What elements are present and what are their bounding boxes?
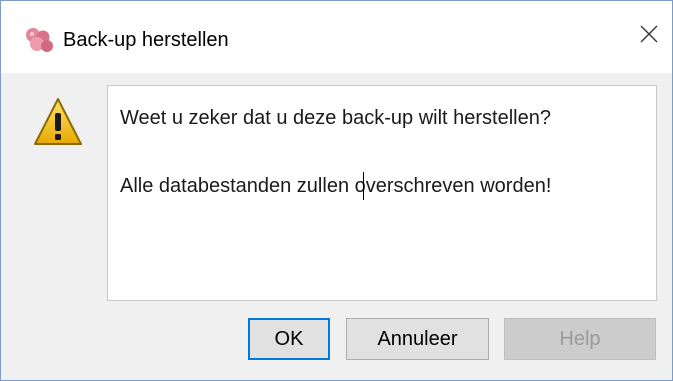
help-button: Help	[504, 318, 656, 360]
warning-icon	[34, 98, 82, 145]
close-icon	[640, 25, 658, 43]
dialog-content: Weet u zeker dat u deze back-up wilt her…	[1, 73, 672, 380]
dialog-window: Back-up herstellen Weet u zeker dat u de…	[0, 0, 673, 381]
text-caret	[363, 172, 364, 200]
ok-button[interactable]: OK	[248, 318, 330, 360]
close-button[interactable]	[626, 11, 672, 57]
message-question: Weet u zeker dat u deze back-up wilt her…	[120, 107, 551, 129]
cancel-button[interactable]: Annuleer	[346, 318, 489, 360]
title-bar: Back-up herstellen	[1, 1, 672, 73]
message-warning: Alle databestanden zullen overschreven w…	[120, 175, 552, 197]
window-title: Back-up herstellen	[63, 29, 229, 51]
message-textarea[interactable]: Weet u zeker dat u deze back-up wilt her…	[107, 85, 657, 301]
app-logo-icon	[26, 28, 53, 52]
